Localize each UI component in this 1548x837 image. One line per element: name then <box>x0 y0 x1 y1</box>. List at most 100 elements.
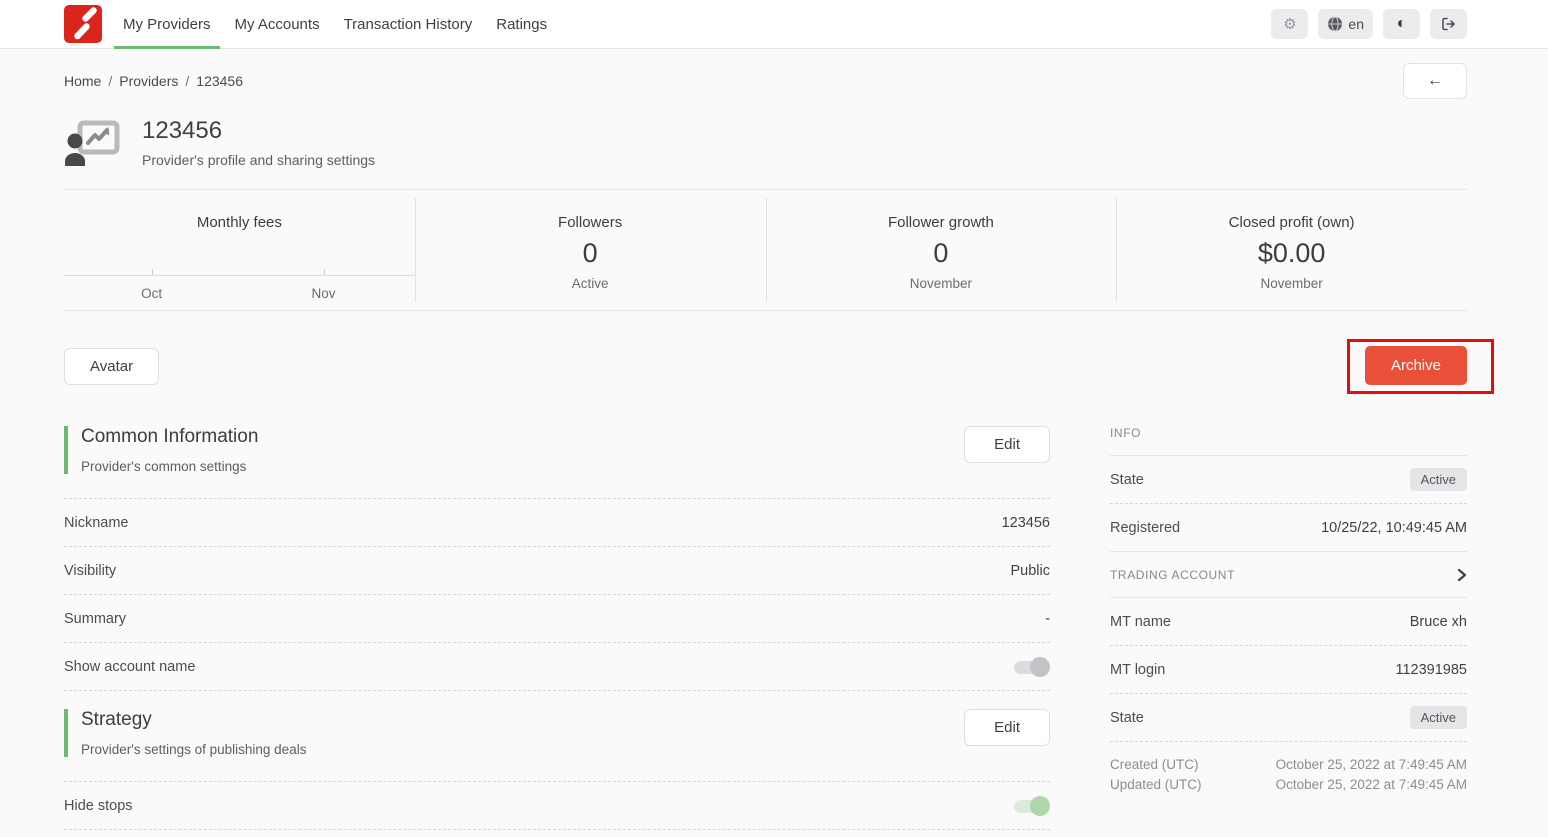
language-label: en <box>1348 16 1364 32</box>
row-label: Summary <box>64 611 126 627</box>
row-value: 112391985 <box>1395 662 1467 678</box>
row-value: - <box>1045 611 1050 627</box>
strategy-rows: Hide stops <box>64 781 1050 830</box>
edit-strategy-button[interactable]: Edit <box>964 709 1050 746</box>
side-row-mt-login: MT login 112391985 <box>1110 646 1467 694</box>
breadcrumb-home[interactable]: Home <box>64 73 101 89</box>
nav-item-my-providers[interactable]: My Providers <box>114 0 220 48</box>
meta-value: October 25, 2022 at 7:49:45 AM <box>1276 775 1467 795</box>
nav-item-my-accounts[interactable]: My Accounts <box>226 0 329 48</box>
nav-item-transaction-history[interactable]: Transaction History <box>335 0 482 48</box>
section-title: Common Information <box>81 426 258 448</box>
page-header: 123456 Provider's profile and sharing se… <box>0 103 1548 168</box>
side-row-state: State Active <box>1110 456 1467 504</box>
row-label: MT name <box>1110 614 1171 630</box>
row-summary: Summary - <box>64 595 1050 643</box>
row-value: 10/25/22, 10:49:45 AM <box>1321 520 1467 536</box>
stat-title: Followers <box>558 214 622 231</box>
breadcrumb: Home / Providers / 123456 <box>64 73 243 89</box>
row-hide-stops: Hide stops <box>64 782 1050 830</box>
toggle-knob <box>1030 657 1050 677</box>
row-visibility: Visibility Public <box>64 547 1050 595</box>
info-sidebar: INFO State Active Registered 10/25/22, 1… <box>1110 418 1467 830</box>
stat-value: 0 <box>583 238 598 269</box>
toggle-knob <box>1030 796 1050 816</box>
stat-card-monthly-fees: Monthly fees Oct Nov <box>64 190 415 310</box>
stat-caption: November <box>1260 276 1322 291</box>
status-badge: Active <box>1410 706 1467 729</box>
row-label: Show account name <box>64 659 195 675</box>
page-title: 123456 <box>142 117 375 145</box>
stat-title: Closed profit (own) <box>1229 214 1355 231</box>
section-title-block: Strategy Provider's settings of publishi… <box>64 709 306 757</box>
row-label: Registered <box>1110 520 1180 536</box>
heading-label: INFO <box>1110 426 1141 440</box>
nav-item-ratings[interactable]: Ratings <box>487 0 556 48</box>
archive-button[interactable]: Archive <box>1365 346 1467 385</box>
chart-x-axis <box>64 275 415 276</box>
trading-account-heading[interactable]: TRADING ACCOUNT <box>1110 552 1467 598</box>
status-badge: Active <box>1410 468 1467 491</box>
half-circle-icon: ◐ <box>1397 16 1407 32</box>
timestamps-block: Created (UTC) October 25, 2022 at 7:49:4… <box>1110 742 1467 795</box>
avatar-button[interactable]: Avatar <box>64 348 159 385</box>
stat-title: Follower growth <box>888 214 994 231</box>
side-row-mt-name: MT name Bruce xh <box>1110 598 1467 646</box>
chart-tick-label: Nov <box>312 286 336 301</box>
app-logo-icon[interactable] <box>64 5 102 43</box>
stat-value: 0 <box>933 238 948 269</box>
row-label: State <box>1110 710 1144 726</box>
row-value: Bruce xh <box>1410 614 1467 630</box>
annotation-highlight-box: Archive <box>1347 339 1494 394</box>
logout-button[interactable] <box>1430 9 1467 39</box>
row-label: MT login <box>1110 662 1165 678</box>
created-line: Created (UTC) October 25, 2022 at 7:49:4… <box>1110 755 1467 775</box>
settings-button[interactable]: ⚙ <box>1271 9 1308 39</box>
meta-value: October 25, 2022 at 7:49:45 AM <box>1276 755 1467 775</box>
chart-tick <box>152 269 153 275</box>
stat-card-followers: Followers 0 Active <box>415 190 766 310</box>
left-arrow-icon: ← <box>1427 72 1443 90</box>
settings-column: Common Information Provider's common set… <box>64 418 1050 830</box>
stat-card-follower-growth: Follower growth 0 November <box>766 190 1117 310</box>
section-subtitle: Provider's common settings <box>81 459 258 474</box>
stats-band: Monthly fees Oct Nov Followers 0 Active … <box>64 189 1467 311</box>
section-subtitle: Provider's settings of publishing deals <box>81 742 306 757</box>
chart-tick <box>324 269 325 275</box>
stat-title: Monthly fees <box>197 214 282 231</box>
stat-value: $0.00 <box>1258 238 1326 269</box>
common-information-rows: Nickname 123456 Visibility Public Summar… <box>64 498 1050 691</box>
meta-label: Created (UTC) <box>1110 755 1199 775</box>
language-button[interactable]: en <box>1318 9 1373 39</box>
main-content: Common Information Provider's common set… <box>0 394 1548 830</box>
row-label: State <box>1110 472 1144 488</box>
hide-stops-toggle[interactable] <box>1011 796 1050 816</box>
updated-line: Updated (UTC) October 25, 2022 at 7:49:4… <box>1110 775 1467 795</box>
logout-icon <box>1440 16 1457 32</box>
globe-icon <box>1327 16 1343 32</box>
common-information-header: Common Information Provider's common set… <box>64 418 1050 498</box>
stat-caption: Active <box>572 276 609 291</box>
row-value: 123456 <box>1002 515 1050 531</box>
info-section-heading: INFO <box>1110 418 1467 456</box>
theme-toggle-button[interactable]: ◐ <box>1383 9 1420 39</box>
main-nav: My Providers My Accounts Transaction His… <box>114 0 562 48</box>
stat-caption: November <box>910 276 972 291</box>
breadcrumb-current: 123456 <box>196 73 243 89</box>
show-account-name-toggle[interactable] <box>1011 657 1050 677</box>
section-title: Strategy <box>81 709 306 731</box>
edit-common-information-button[interactable]: Edit <box>964 426 1050 463</box>
row-value: Public <box>1011 563 1051 579</box>
breadcrumb-row: Home / Providers / 123456 ← <box>0 49 1548 103</box>
back-button[interactable]: ← <box>1403 63 1467 99</box>
gear-icon: ⚙ <box>1283 17 1296 32</box>
row-nickname: Nickname 123456 <box>64 499 1050 547</box>
row-label: Nickname <box>64 515 128 531</box>
heading-label: TRADING ACCOUNT <box>1110 568 1235 582</box>
row-label: Hide stops <box>64 798 133 814</box>
breadcrumb-providers[interactable]: Providers <box>119 73 178 89</box>
top-nav-bar: My Providers My Accounts Transaction His… <box>0 0 1548 49</box>
breadcrumb-separator: / <box>101 73 119 89</box>
action-row: Avatar Archive <box>64 338 1467 394</box>
provider-profile-icon <box>64 120 120 166</box>
